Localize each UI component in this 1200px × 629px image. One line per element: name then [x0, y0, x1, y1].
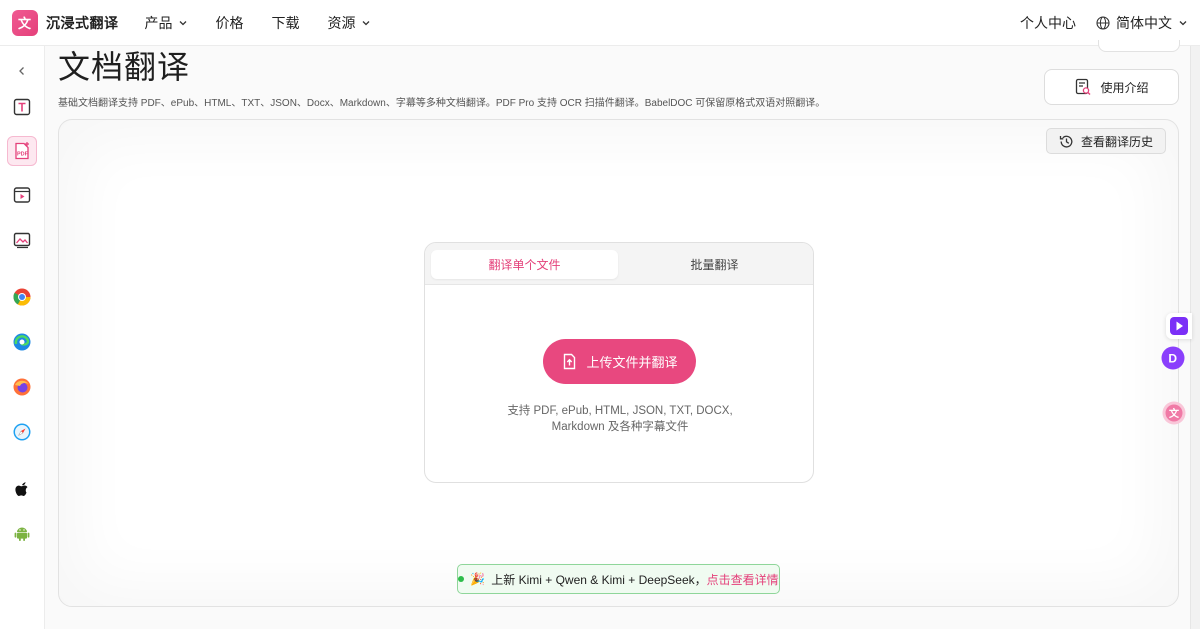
- svg-text:文: 文: [18, 16, 32, 31]
- firefox-icon[interactable]: [7, 372, 37, 402]
- immersive-translate-float-icon[interactable]: 文: [1161, 400, 1187, 426]
- upload-file-icon: [564, 353, 576, 370]
- announcement-banner[interactable]: 🎉 上新 Kimi + Qwen & Kimi + DeepSeek， 点击查看…: [457, 564, 780, 594]
- upload-button[interactable]: 上传文件并翻译: [543, 339, 696, 384]
- upload-tabs: 翻译单个文件 批量翻译: [425, 243, 813, 285]
- collapse-icon[interactable]: [7, 56, 37, 86]
- history-button[interactable]: 查看翻译历史: [1046, 128, 1166, 154]
- nav-products[interactable]: 产品: [145, 13, 188, 33]
- nav-download-label: 下载: [271, 14, 300, 31]
- chrome-icon[interactable]: [7, 282, 37, 312]
- video-translate-icon[interactable]: [7, 180, 37, 210]
- history-button-label: 查看翻译历史: [1080, 134, 1153, 149]
- brand-name: 沉浸式翻译: [46, 14, 119, 31]
- intro-button[interactable]: 使用介绍: [1044, 69, 1179, 105]
- supported-formats-line2: Markdown 及各种字幕文件: [551, 421, 689, 433]
- language-selector[interactable]: 简体中文: [1096, 13, 1188, 33]
- party-emoji-icon: 🎉: [470, 572, 486, 586]
- nav-products-label: 产品: [144, 14, 173, 31]
- status-dot-icon: [458, 576, 465, 582]
- upload-card: 翻译单个文件 批量翻译 上传文件并翻译 支持 PDF, ePub, HTML, …: [424, 242, 814, 483]
- chevron-down-icon: [179, 20, 186, 25]
- supported-formats: 支持 PDF, ePub, HTML, JSON, TXT, DOCX, Mar…: [425, 403, 813, 435]
- image-translate-icon[interactable]: [7, 225, 37, 255]
- svg-text:文: 文: [1169, 407, 1180, 420]
- safari-icon[interactable]: [7, 417, 37, 447]
- partial-button[interactable]: [1098, 40, 1180, 52]
- language-label: 简体中文: [1116, 14, 1172, 31]
- user-center-link[interactable]: 个人中心: [1020, 13, 1076, 33]
- intro-button-label: 使用介绍: [1100, 80, 1149, 95]
- brand-logo-icon: 文: [12, 9, 38, 36]
- assistant-d-icon[interactable]: D: [1160, 345, 1186, 371]
- pdf-translate-icon[interactable]: PDF: [7, 136, 37, 166]
- upload-button-label: 上传文件并翻译: [586, 355, 678, 370]
- edge-icon[interactable]: [7, 327, 37, 357]
- user-center-label: 个人中心: [1020, 14, 1076, 31]
- tab-batch[interactable]: 批量翻译: [621, 250, 808, 279]
- video-play-icon[interactable]: [1166, 313, 1192, 339]
- chevron-down-icon: [362, 20, 369, 25]
- globe-icon: [1096, 15, 1110, 30]
- left-sidebar: PDF: [0, 46, 45, 629]
- nav-resources[interactable]: 资源: [328, 13, 371, 33]
- nav-pricing[interactable]: 价格: [216, 13, 244, 33]
- supported-formats-line1: 支持 PDF, ePub, HTML, JSON, TXT, DOCX,: [507, 405, 733, 417]
- chevron-down-icon: [1179, 20, 1187, 25]
- history-icon: [1059, 135, 1073, 147]
- page-subtitle: 基础文档翻译支持 PDF、ePub、HTML、TXT、JSON、Docx、Mar…: [58, 98, 826, 109]
- apple-icon[interactable]: [7, 474, 37, 504]
- svg-text:PDF: PDF: [17, 152, 29, 158]
- top-nav: 文 沉浸式翻译 产品 价格 下载 资源 个人中心 简体中文: [0, 0, 1200, 46]
- nav-pricing-label: 价格: [215, 14, 244, 31]
- banner-link[interactable]: 点击查看详情: [707, 571, 779, 588]
- android-icon[interactable]: [7, 518, 37, 548]
- nav-download[interactable]: 下载: [272, 13, 300, 33]
- svg-text:D: D: [1168, 352, 1177, 366]
- text-translate-icon[interactable]: [7, 92, 37, 122]
- nav-resources-label: 资源: [327, 14, 356, 31]
- brand-logo[interactable]: 文 沉浸式翻译: [12, 9, 119, 36]
- banner-text: 上新 Kimi + Qwen & Kimi + DeepSeek，: [491, 572, 707, 587]
- page-title: 文档翻译: [58, 49, 191, 85]
- document-search-icon: [1076, 78, 1091, 95]
- tab-single-file[interactable]: 翻译单个文件: [431, 250, 618, 279]
